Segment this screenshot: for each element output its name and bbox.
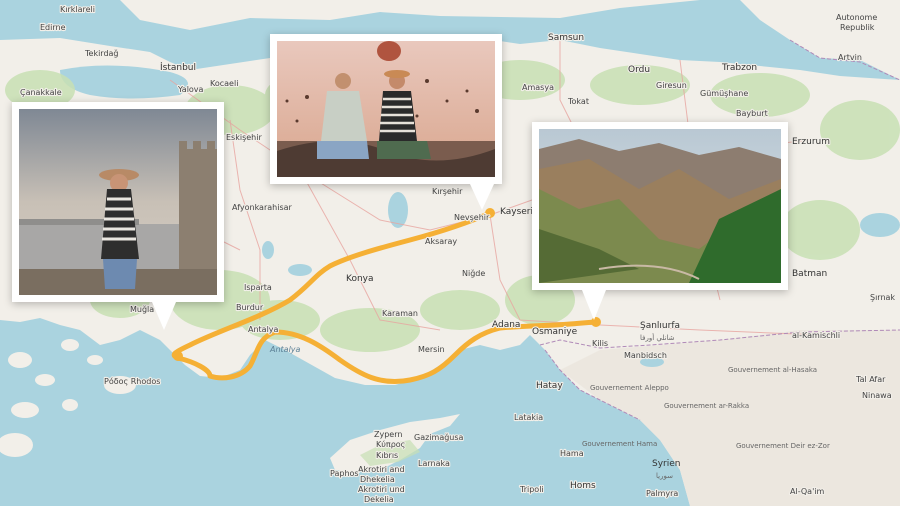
- label-ordu: Ordu: [628, 65, 650, 75]
- label-al-qamischli: al-Kamischli: [792, 331, 840, 340]
- label-zypern: Zypern: [374, 430, 402, 439]
- label-kayseri: Kayseri: [500, 207, 533, 217]
- label-sanliurfa: Şanlıurfa: [640, 321, 680, 331]
- label-antalya-gulf: Antalya: [269, 345, 301, 354]
- label-tripoli: Tripoli: [519, 485, 544, 494]
- label-karaman: Karaman: [382, 309, 418, 318]
- label-latakia: Latakia: [514, 413, 543, 422]
- label-antalya: Antalya: [248, 325, 279, 334]
- balloons-photo: [277, 41, 495, 177]
- label-mugla: Muğla: [130, 305, 154, 314]
- route-stop-mugla[interactable]: [173, 351, 183, 361]
- label-larnaka: Larnaka: [418, 459, 450, 468]
- label-isparta: Isparta: [244, 283, 272, 292]
- label-osmaniye: Osmaniye: [532, 327, 578, 337]
- photo-callout-castle[interactable]: [12, 102, 224, 330]
- label-aksaray: Aksaray: [425, 237, 457, 246]
- label-akrotiri2: Akrotiri und: [358, 485, 405, 494]
- label-kibris: Kıbrıs: [376, 451, 398, 460]
- label-gumushane: Gümüşhane: [700, 89, 748, 98]
- label-rodos: Ρόδος Rhodos: [104, 376, 160, 386]
- map-stage: Kırklareli Edirne Tekirdağ İstanbul Koca…: [0, 0, 900, 506]
- label-hasaka-gov: Gouvernement al-Hasaka: [728, 366, 817, 374]
- callout-tail-castle: [152, 302, 176, 330]
- label-autonome: Autonome: [836, 13, 877, 22]
- label-kirklareli: Kırklareli: [60, 5, 95, 14]
- label-dekelia: Dekelia: [364, 495, 394, 504]
- label-bayburt: Bayburt: [736, 109, 768, 118]
- label-batman: Batman: [792, 269, 827, 279]
- label-kocaeli: Kocaeli: [210, 79, 238, 88]
- label-samsun: Samsun: [548, 33, 584, 43]
- label-gazimagusa: Gazimağusa: [414, 433, 464, 442]
- callout-tail-mountains: [582, 290, 606, 320]
- label-adana: Adana: [492, 320, 520, 330]
- label-kibris-gr: Κύπρος: [376, 439, 405, 449]
- label-hatay: Hatay: [536, 381, 563, 391]
- label-sirnak: Şırnak: [870, 293, 895, 302]
- label-eskisehir: Eskişehir: [226, 133, 262, 142]
- label-aleppo-gov: Gouvernement Aleppo: [590, 384, 669, 392]
- label-edirne: Edirne: [40, 23, 66, 32]
- label-akrotiri: Akrotiri and: [358, 465, 405, 474]
- label-tal-afar: Tal Afar: [855, 375, 886, 384]
- label-trabzon: Trabzon: [721, 63, 757, 73]
- woman-castle-photo: [19, 109, 217, 295]
- label-mersin: Mersin: [418, 345, 445, 354]
- label-kirsehir: Kırşehir: [432, 187, 463, 196]
- label-ninawa: Ninawa: [862, 391, 892, 400]
- label-homs: Homs: [570, 481, 596, 491]
- label-tokat: Tokat: [567, 97, 589, 106]
- label-kilis: Kilis: [592, 339, 608, 348]
- callout-tail-balloons: [470, 184, 494, 210]
- label-afyon: Afyonkarahisar: [232, 203, 293, 212]
- label-republik: Republik: [840, 23, 875, 32]
- label-palmyra: Palmyra: [646, 489, 678, 498]
- label-giresun: Giresun: [656, 81, 687, 90]
- label-hama-gov: Gouvernement Hama: [582, 440, 657, 448]
- photo-callout-balloons[interactable]: [270, 34, 502, 210]
- label-amasya: Amasya: [522, 83, 554, 92]
- label-nevsehir: Nevşehir: [454, 213, 490, 222]
- label-raqqa-gov: Gouvernement ar-Rakka: [664, 402, 749, 410]
- label-canakkale: Çanakkale: [20, 88, 62, 97]
- label-hama: Hama: [560, 449, 584, 458]
- label-burdur: Burdur: [236, 303, 264, 312]
- label-yalova: Yalova: [177, 85, 204, 94]
- label-manbidj: Manbidsch: [624, 351, 667, 360]
- label-syria: Syrien: [652, 459, 680, 469]
- label-al-qaim: Al-Qa'im: [790, 487, 824, 496]
- label-dhekelia: Dhekelia: [360, 475, 395, 484]
- photo-callout-mountains[interactable]: [532, 122, 788, 320]
- label-nigde: Niğde: [462, 269, 485, 278]
- label-erzurum: Erzurum: [792, 137, 830, 147]
- label-konya: Konya: [346, 274, 374, 284]
- label-istanbul: İstanbul: [160, 62, 196, 73]
- label-sanliurfa-ar: شانلي أورفا: [640, 333, 675, 342]
- label-deir-gov: Gouvernement Deir ez-Zor: [736, 442, 830, 450]
- label-artvin: Artvin: [838, 53, 862, 62]
- label-syria-ar: سوريا: [656, 472, 673, 480]
- label-tekirdag: Tekirdağ: [84, 49, 119, 58]
- label-paphos: Paphos: [330, 469, 359, 478]
- mountains-photo: [539, 129, 781, 283]
